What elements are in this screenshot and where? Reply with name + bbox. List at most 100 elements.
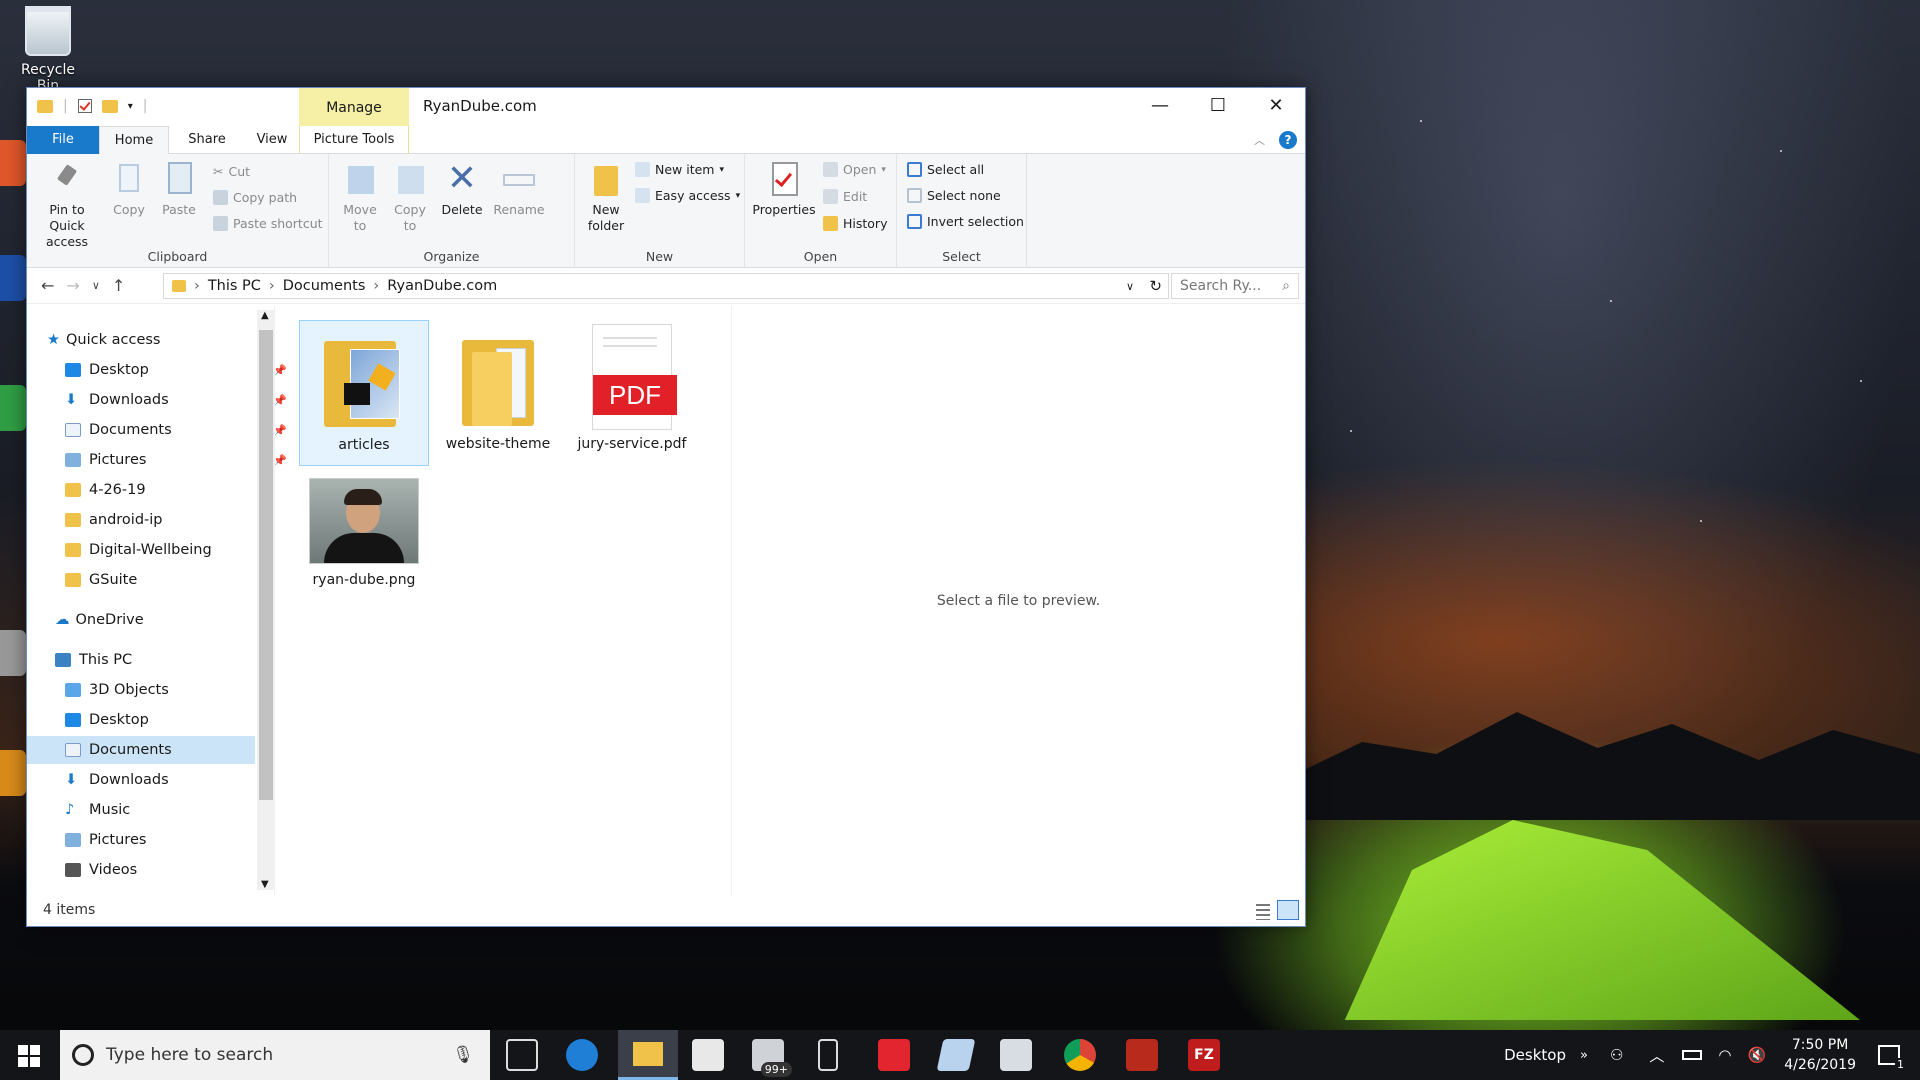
notepad-icon[interactable] xyxy=(936,1039,976,1071)
cube-icon xyxy=(65,683,81,697)
chrome-icon[interactable] xyxy=(1064,1039,1096,1071)
open-button[interactable]: Open ▾ xyxy=(823,162,886,177)
desktop-shortcut-icon[interactable] xyxy=(0,140,26,186)
manage-context-tab: Manage xyxy=(299,88,409,126)
desktop-shortcut-icon[interactable] xyxy=(0,385,26,431)
refresh-icon[interactable]: ↻ xyxy=(1149,277,1162,295)
pin-to-quick-access-button[interactable]: Pin to Quick access xyxy=(31,160,103,250)
people-icon[interactable]: ⚇ xyxy=(1610,1046,1623,1064)
history-button[interactable]: History xyxy=(823,216,887,231)
remote-desktop-icon[interactable] xyxy=(1000,1039,1032,1071)
copy-to-button[interactable]: Copy to xyxy=(387,160,433,234)
store-icon[interactable] xyxy=(692,1039,724,1071)
tab-view[interactable]: View xyxy=(245,126,299,154)
scroll-up-icon[interactable]: ▲ xyxy=(261,310,269,321)
desktop-shortcut-icon[interactable] xyxy=(0,255,26,301)
wifi-icon[interactable]: ◠ xyxy=(1718,1046,1731,1064)
minimize-button[interactable]: — xyxy=(1131,88,1189,126)
app-icon[interactable] xyxy=(1126,1039,1158,1071)
select-none-button[interactable]: Select none xyxy=(907,188,1001,203)
maximize-button[interactable]: ☐ xyxy=(1189,88,1247,126)
select-all-button[interactable]: Select all xyxy=(907,162,984,177)
download-arrow-icon: ⬇ xyxy=(65,392,78,408)
toolbar-overflow-icon[interactable]: » xyxy=(1580,1048,1588,1063)
file-item[interactable]: articles xyxy=(299,320,429,466)
collapse-ribbon-icon[interactable]: ︿ xyxy=(1254,132,1265,148)
scrollbar-thumb[interactable] xyxy=(259,330,273,800)
tab-share[interactable]: Share xyxy=(177,126,237,154)
desktop-icon xyxy=(65,363,81,377)
copy-button[interactable]: Copy xyxy=(107,160,151,218)
breadcrumb-this-pc[interactable]: This PC xyxy=(208,278,261,294)
search-input[interactable]: Search Ry... ⌕ xyxy=(1171,273,1299,299)
file-explorer-taskbar-icon[interactable] xyxy=(618,1030,678,1080)
rename-button[interactable]: Rename xyxy=(491,160,547,218)
properties-button[interactable]: Properties xyxy=(751,160,817,218)
action-center-icon[interactable]: 1 xyxy=(1878,1045,1906,1071)
new-folder-button[interactable]: New folder xyxy=(581,160,631,234)
cloud-icon: ☁ xyxy=(55,612,70,628)
tab-picture-tools[interactable]: Picture Tools xyxy=(299,126,409,154)
large-icons-view-icon[interactable] xyxy=(1277,900,1299,920)
microphone-icon[interactable]: 🎙 xyxy=(452,1045,474,1065)
paste-shortcut-button[interactable]: Paste shortcut xyxy=(213,216,323,231)
filezilla-icon[interactable]: FZ xyxy=(1188,1039,1220,1071)
breadcrumb-documents[interactable]: Documents xyxy=(283,278,366,294)
music-note-icon: ♪ xyxy=(65,802,75,818)
invert-selection-button[interactable]: Invert selection xyxy=(907,214,1024,229)
nav-scrollbar[interactable]: ▲ ▼ xyxy=(257,310,275,890)
new-folder-icon[interactable] xyxy=(101,99,118,113)
task-view-icon[interactable] xyxy=(506,1039,538,1071)
volume-muted-icon[interactable]: 🔇 xyxy=(1748,1046,1767,1064)
tab-file[interactable]: File xyxy=(27,126,99,154)
forward-arrow-icon[interactable]: → xyxy=(66,276,79,295)
taskbar-search-box[interactable]: Type here to search 🎙 xyxy=(60,1030,490,1080)
details-view-icon[interactable] xyxy=(1251,900,1273,920)
scissors-icon: ✂ xyxy=(213,164,224,179)
clock[interactable]: 7:50 PM 4/26/2019 xyxy=(1784,1035,1856,1075)
help-icon[interactable]: ? xyxy=(1279,131,1297,149)
file-item[interactable]: ryan-dube.png xyxy=(299,474,429,604)
edit-button[interactable]: Edit xyxy=(823,189,867,204)
close-button[interactable]: ✕ xyxy=(1247,88,1305,126)
new-item-button[interactable]: New item ▾ xyxy=(635,162,724,177)
easy-access-button[interactable]: Easy access ▾ xyxy=(635,188,740,203)
nav-this-pc[interactable]: This PC xyxy=(55,646,283,674)
scroll-down-icon[interactable]: ▼ xyxy=(261,879,269,890)
tab-home[interactable]: Home xyxy=(99,126,169,155)
address-dropdown-chevron-icon[interactable]: ∨ xyxy=(1126,280,1134,293)
edge-browser-icon[interactable] xyxy=(566,1039,598,1071)
show-hidden-icons-chevron-icon[interactable]: ︿ xyxy=(1649,1045,1664,1066)
back-arrow-icon[interactable]: ← xyxy=(41,276,54,295)
delete-button[interactable]: ✕ Delete xyxy=(439,160,485,218)
vivaldi-icon[interactable] xyxy=(878,1039,910,1071)
mail-icon[interactable]: 99+ xyxy=(752,1039,792,1077)
nav-pc-documents[interactable]: Documents xyxy=(27,736,255,764)
preview-pane: Select a file to preview. xyxy=(731,306,1305,896)
folder-icon xyxy=(65,573,81,587)
up-arrow-icon[interactable]: ↑ xyxy=(112,276,125,295)
desktop-shortcut-icon[interactable] xyxy=(0,630,26,676)
nav-onedrive[interactable]: ☁ OneDrive xyxy=(55,606,283,634)
customize-toolbar-dropdown-icon[interactable]: ▾ xyxy=(128,101,133,112)
desktop-shortcut-icon[interactable] xyxy=(0,750,26,796)
breadcrumb-ryandube[interactable]: RyanDube.com xyxy=(387,278,497,294)
battery-icon[interactable] xyxy=(1682,1050,1703,1060)
new-folder-icon xyxy=(588,160,624,198)
file-item[interactable]: website-theme xyxy=(433,320,563,466)
file-item[interactable]: PDF jury-service.pdf xyxy=(567,320,697,466)
move-to-button[interactable]: Move to xyxy=(337,160,383,234)
recycle-bin[interactable]: Recycle Bin xyxy=(8,6,88,94)
open-group: Properties Open ▾ Edit History Open xyxy=(745,154,897,268)
nav-quick-access[interactable]: ★ Quick access xyxy=(47,326,275,354)
properties-check-icon[interactable] xyxy=(77,99,92,113)
copy-path-button[interactable]: Copy path xyxy=(213,190,297,205)
recent-locations-chevron-icon[interactable]: ∨ xyxy=(92,276,100,295)
phone-icon[interactable] xyxy=(818,1039,838,1071)
address-input[interactable]: › This PC › Documents › RyanDube.com ∨ ↻ xyxy=(163,273,1169,299)
desktop-toolbar-label[interactable]: Desktop xyxy=(1504,1046,1566,1064)
cut-button[interactable]: ✂ Cut xyxy=(213,164,250,179)
paste-button[interactable]: Paste xyxy=(157,160,201,218)
start-windows-icon[interactable] xyxy=(18,1045,40,1067)
paste-shortcut-icon xyxy=(213,216,228,231)
